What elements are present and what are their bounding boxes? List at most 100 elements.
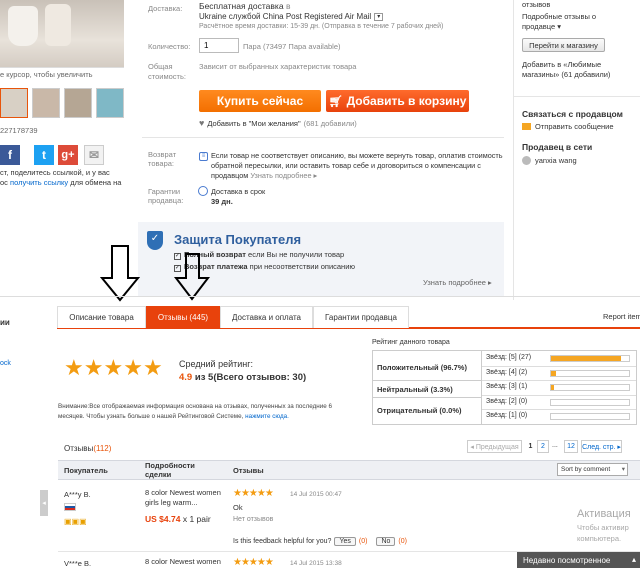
quantity-label: Количество: [148, 42, 191, 51]
detailed-reviews[interactable]: Подробные отзывы о [522, 12, 596, 21]
twitter-icon[interactable]: t [34, 145, 54, 165]
thumbnail-1[interactable] [0, 88, 28, 118]
seller-name[interactable]: yanxia wang [522, 156, 577, 165]
send-message-link[interactable]: Отправить сообщение [522, 122, 614, 131]
quantity-available: Пара (73497 Пара available) [243, 42, 341, 51]
guarantee-label-2: продавца: [148, 196, 184, 205]
returns-label-1: Возврат [148, 150, 177, 159]
negative-label: Отрицательный (0.0%) [377, 406, 462, 415]
activation-title: Активация [577, 508, 631, 520]
down-arrow-icon [173, 253, 211, 301]
chevron-down-icon: ▾ [621, 466, 625, 473]
total-label-2: стоимость: [148, 72, 186, 81]
go-to-store-button[interactable]: Перейти к магазину [522, 38, 605, 52]
average-value: 4.9 из 5(Всего отзывов: 30) [179, 372, 307, 383]
protection-more-link[interactable]: Узнать подробнее ▸ [423, 278, 492, 287]
quantity-input[interactable] [199, 38, 239, 53]
page-2-button[interactable]: 2 [537, 440, 549, 453]
contact-title: Связаться с продавцом [522, 109, 623, 119]
review-stars: ★★★★★ [233, 488, 274, 499]
star-row-bar [550, 384, 630, 392]
item-id: 227178739 [0, 126, 38, 135]
recently-viewed-bar[interactable]: Недавно посмотренное ▴ [517, 552, 640, 568]
google-plus-icon[interactable]: g+ [58, 145, 78, 165]
rating-note: Внимание:Все отображаемая информация осн… [58, 403, 333, 420]
main-product-image[interactable] [0, 0, 124, 68]
page-1-button[interactable]: 1 [525, 440, 536, 453]
returns-label-2: товара: [148, 159, 175, 168]
guarantee-label-1: Гарантии [148, 187, 181, 196]
rating-system-link[interactable]: нажмите сюда. [245, 413, 289, 420]
activation-line-2: Чтобы активир [577, 523, 629, 532]
star-row-bar-fill [551, 370, 557, 376]
star-row-label: Звёзд: [3] (1) [486, 383, 528, 391]
flag-icon [64, 503, 76, 511]
prev-page-button[interactable]: ◂ Предыдущая [467, 440, 522, 453]
user-icon [522, 156, 531, 165]
review-price: US $4.74 x 1 pair [145, 514, 211, 524]
divider [482, 365, 636, 367]
next-page-button[interactable]: След. стр. ▸ [581, 440, 622, 453]
thumbnail-3[interactable] [64, 88, 92, 118]
cart-icon: 🛒︎ [328, 95, 343, 108]
envelope-icon [522, 123, 531, 130]
divider [142, 137, 504, 138]
down-arrow-icon [99, 245, 141, 302]
review-comment: Ok [233, 503, 243, 512]
review-buyer[interactable]: A***y B. [64, 490, 91, 499]
total-label-1: Общая [148, 62, 173, 71]
activation-line-3: компьютера. [577, 534, 622, 543]
helpful-no-button[interactable]: No [376, 537, 396, 546]
tab-description[interactable]: Описание товара [57, 306, 146, 328]
guarantee-line-1: Доставка в срок [211, 187, 266, 196]
share-text-2: ос получить ссылку для обмена на [0, 178, 122, 187]
arrow-annotations [99, 245, 211, 302]
delivery-label: Доставка: [148, 4, 183, 13]
thumbnail-4[interactable] [96, 88, 124, 118]
neutral-label: Нейтральный (3.3%) [377, 385, 453, 394]
side-text-1: ии [0, 318, 10, 327]
tab-guarantees[interactable]: Гарантии продавца [313, 306, 409, 328]
page-ellipsis: ... [552, 442, 558, 449]
returns-more-link[interactable]: Узнать подробнее ▸ [250, 171, 317, 180]
star-row-label: Звёзд: [2] (0) [486, 397, 528, 405]
mail-icon[interactable]: ✉ [84, 145, 104, 165]
delivery-estimate: Расчётное время доставки: 15-39 дн. (Отп… [199, 23, 444, 30]
get-link[interactable]: получить ссылку [10, 178, 68, 187]
delivery-service[interactable]: Ukraine службой China Post Registered Ai… [199, 12, 384, 21]
helpful-yes-button[interactable]: Yes [334, 537, 356, 546]
document-icon: ≡ [199, 152, 208, 161]
network-title: Продавец в сети [522, 142, 593, 152]
wishlist-link[interactable]: ♥ Добавить в "Мои желания" (681 добавили) [199, 118, 357, 128]
star-row-bar-fill [551, 356, 622, 361]
review-product[interactable]: 8 color Newest women girls leg warm... [145, 488, 221, 508]
share-text-1: ст, поделитесь ссылкой, и у вас [0, 168, 110, 177]
buy-now-button[interactable]: Купить сейчас [199, 90, 321, 112]
heart-icon: ♥ [199, 118, 205, 128]
page-12-button[interactable]: 12 [564, 440, 578, 453]
star-row-bar [550, 355, 630, 362]
tab-delivery[interactable]: Доставка и оплата [220, 306, 313, 328]
rating-table-title: Рейтинг данного товара [372, 339, 450, 346]
rating-table: Положительный (96.7%) Нейтральный (3.3%)… [372, 350, 637, 425]
facebook-icon[interactable]: f [0, 145, 20, 165]
thumbnail-2[interactable] [32, 88, 60, 118]
review-buyer[interactable]: V***e B. [64, 559, 91, 568]
review-product[interactable]: 8 color Newest women [145, 557, 221, 566]
report-item-link[interactable]: Report item [603, 312, 640, 321]
review-date: 14 Jul 2015 00:47 [290, 491, 342, 498]
tab-reviews[interactable]: Отзывы (445) [146, 306, 220, 328]
add-favorite-1[interactable]: Добавить в «Любимые [522, 60, 601, 69]
seller-dropdown[interactable]: продавце ▾ [522, 22, 561, 31]
star-row-bar [550, 369, 630, 377]
divider [482, 394, 636, 396]
add-to-cart-button[interactable]: 🛒︎ Добавить в корзину [326, 90, 469, 112]
collapse-handle[interactable]: ◂ [40, 490, 48, 516]
returns-text: Если товар не соответствует описанию, вы… [211, 151, 503, 180]
star-row-bar [550, 398, 630, 406]
col-buyer: Покупатель [64, 466, 108, 475]
zoom-hint: е курсор, чтобы увеличить [0, 70, 93, 79]
add-favorite-2[interactable]: магазины» (61 добавили) [522, 70, 610, 79]
star-row-label: Звёзд: [5] (27) [486, 354, 532, 361]
sort-select[interactable]: Sort by comment ▾ [557, 463, 628, 476]
